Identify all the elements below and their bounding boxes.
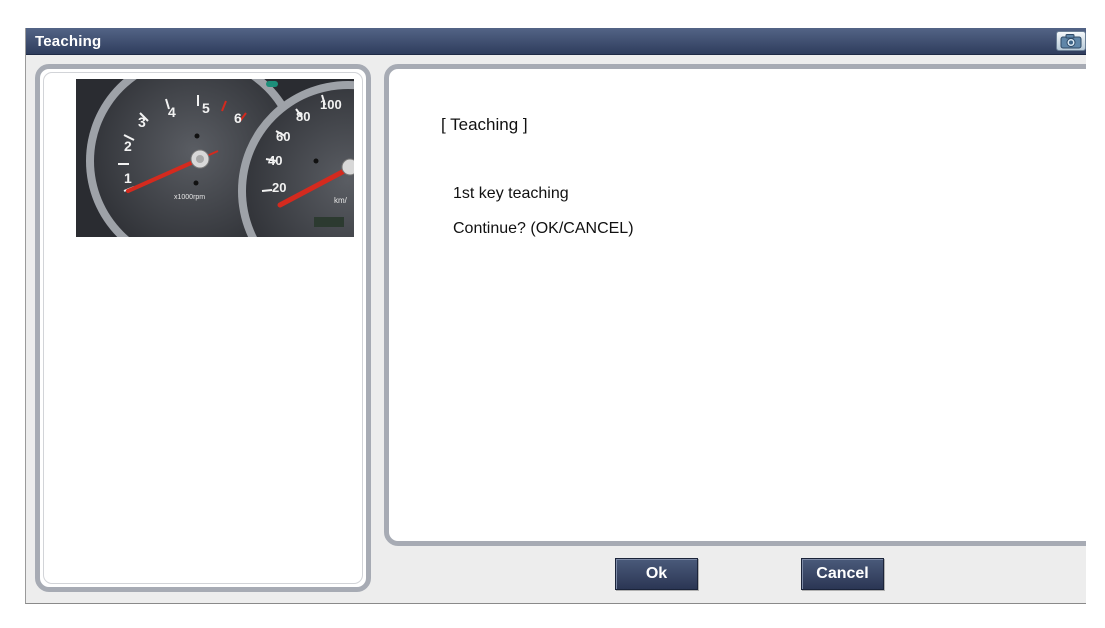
speedo-label-60: 60 [276,129,290,144]
message-panel: [ Teaching ] 1st key teaching Continue? … [384,64,1086,546]
image-panel: 1 2 3 4 5 6 x1000rpm 20 40 60 80 100 km/ [35,64,371,592]
ok-button[interactable]: Ok [615,558,698,590]
speedo-label-20: 20 [272,180,286,195]
camera-icon [1060,34,1082,49]
tach-label-5: 5 [202,100,210,116]
speedo-label-40: 40 [268,153,282,168]
speedo-label-80: 80 [296,109,310,124]
cancel-button[interactable]: Cancel [801,558,884,590]
message-line-1: 1st key teaching [453,185,569,202]
message-heading: [ Teaching ] [441,115,528,134]
title-bar: Teaching [26,28,1086,55]
speedo-label-100: 100 [320,97,342,112]
tach-label-1: 1 [124,170,132,186]
teaching-window: Teaching 1 2 3 4 5 6 x1000rpm 20 40 60 8… [25,28,1086,604]
tach-label-3: 3 [138,114,146,130]
window-title: Teaching [35,33,102,50]
camera-button[interactable] [1056,31,1086,51]
speedo-unit: km/ [334,196,348,205]
tach-label-4: 4 [168,104,176,120]
instrument-cluster-image: 1 2 3 4 5 6 x1000rpm 20 40 60 80 100 km/ [76,79,354,237]
message-line-2: Continue? (OK/CANCEL) [453,220,634,237]
tach-label-2: 2 [124,138,132,154]
tach-unit: x1000rpm [174,194,205,201]
tach-label-6: 6 [234,110,242,126]
